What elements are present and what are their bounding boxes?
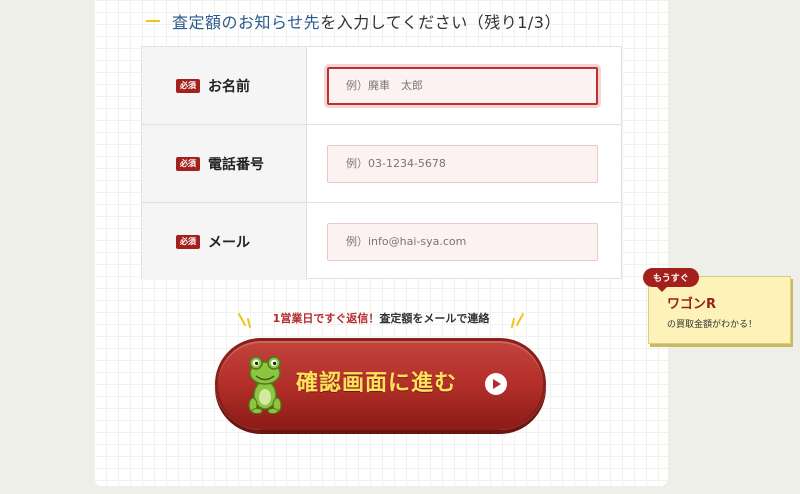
name-label: お名前 (208, 78, 250, 95)
required-badge: 必須 (176, 156, 200, 171)
form-row-name: 必須 お名前 (142, 47, 621, 125)
email-input[interactable] (327, 222, 598, 261)
heading-rest: を入力してください（残り1/3） (320, 13, 561, 32)
row-label-cell: 必須 電話番号 (142, 125, 307, 202)
promo-callout: もうすぐ ワゴンR の買取金額がわかる！ (643, 268, 791, 344)
heading-dash (146, 20, 160, 22)
row-label-cell: 必須 メール (142, 203, 307, 280)
promo-title: ワゴンR (667, 297, 717, 312)
confirm-button-label: 確認画面に進む (296, 371, 458, 396)
notice-rest: 査定額をメールで連絡 (379, 312, 490, 325)
form-row-phone: 必須 電話番号 (142, 125, 621, 203)
row-field-cell (307, 47, 621, 124)
sparkle-icon (511, 313, 524, 328)
promo-text: の買取金額がわかる！ (667, 320, 758, 330)
confirm-button[interactable]: 確認画面に進む (215, 338, 546, 430)
row-field-cell (307, 203, 621, 280)
form-row-email: 必須 メール (142, 203, 621, 280)
email-label: メール (208, 234, 250, 251)
required-badge: 必須 (176, 78, 200, 93)
frog-mascot-icon (248, 356, 282, 414)
arrow-right-circle-icon (485, 373, 507, 395)
required-badge: 必須 (176, 234, 200, 249)
heading-highlight: 査定額のお知らせ先 (172, 13, 321, 32)
notice-highlight: 1営業日ですぐ返信！ (272, 312, 380, 325)
phone-input[interactable] (327, 144, 598, 183)
form-heading: 査定額のお知らせ先 を入力してください（残り1/3） (146, 10, 561, 32)
form-panel: 査定額のお知らせ先 を入力してください（残り1/3） 必須 お名前 必須 電話番… (94, 0, 668, 486)
promo-tag: もうすぐ (643, 268, 699, 292)
row-field-cell (307, 125, 621, 202)
phone-label: 電話番号 (208, 156, 264, 173)
reply-notice: 1営業日ですぐ返信！査定額をメールで連絡 (214, 310, 548, 326)
row-label-cell: 必須 お名前 (142, 47, 307, 124)
name-input[interactable] (327, 66, 598, 105)
contact-form: 必須 お名前 必須 電話番号 必須 メール (141, 46, 622, 280)
